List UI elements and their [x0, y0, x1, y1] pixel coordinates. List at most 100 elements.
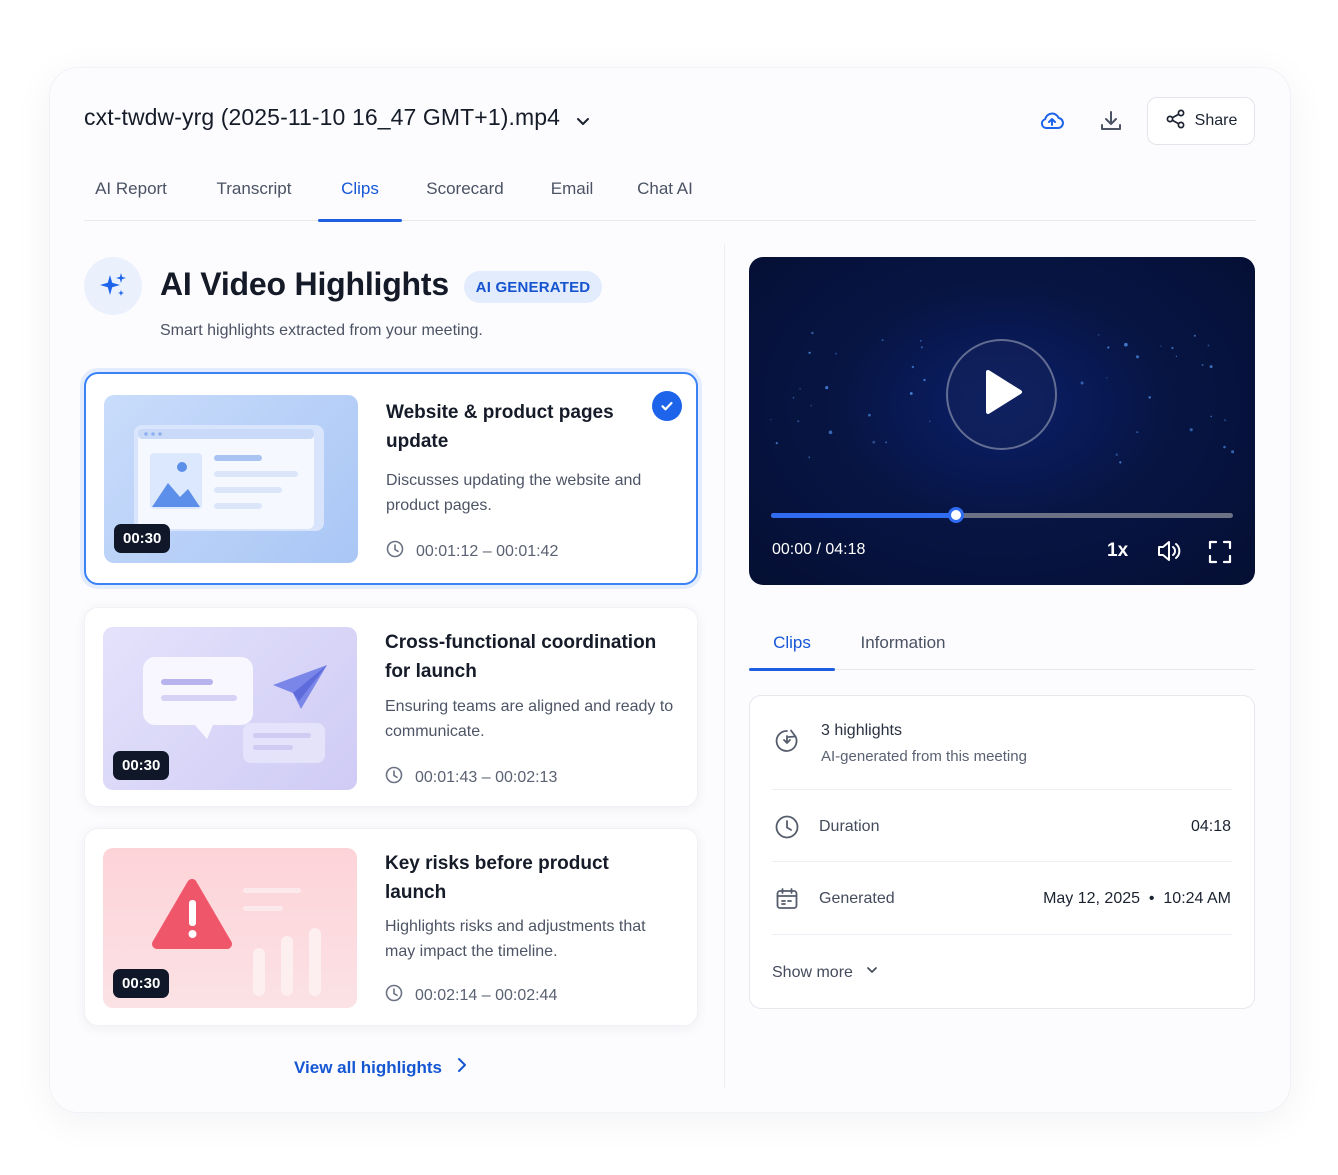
waveform-particle — [1231, 450, 1235, 454]
clip-card[interactable]: 00:30 Website & product pages update Dis… — [84, 372, 698, 585]
clock-download-icon — [773, 727, 801, 755]
clip-time-range: 00:01:43 – 00:02:13 — [385, 766, 557, 789]
info-card — [749, 695, 1255, 1009]
progress-handle[interactable] — [947, 507, 964, 523]
show-more-label: Show more — [772, 963, 853, 981]
file-title-dropdown[interactable]: cxt-twdw-yrg (2025-11-10 16_47 GMT+1).mp… — [84, 104, 592, 131]
clip-description: Ensuring teams are aligned and ready to … — [385, 698, 674, 740]
waveform-particle — [1080, 381, 1084, 385]
chevron-right-icon — [456, 1057, 468, 1078]
highlights-count: 3 highlights — [821, 722, 902, 739]
play-icon — [980, 368, 1024, 421]
clip-title: Website & product pages update — [386, 402, 614, 452]
download-icon[interactable] — [1091, 101, 1131, 141]
check-icon — [652, 391, 682, 421]
tab-transcript[interactable]: Transcript — [204, 170, 304, 221]
tab-clips[interactable]: Clips — [318, 170, 402, 222]
clip-thumbnail-website: 00:30 — [104, 395, 358, 563]
clip-time-range: 00:02:14 – 00:02:44 — [385, 984, 557, 1007]
clip-card[interactable]: 00:30 Cross-functional coordination for … — [84, 607, 698, 807]
waveform-particle — [1209, 365, 1213, 369]
show-more-button[interactable]: Show more — [772, 963, 879, 982]
waveform-particle — [810, 404, 813, 407]
row-divider — [772, 789, 1232, 790]
tab-information[interactable]: Information — [853, 623, 953, 670]
clip-time-text: 00:02:14 – 00:02:44 — [415, 986, 558, 1004]
play-button[interactable] — [946, 339, 1057, 450]
cloud-upload-icon[interactable] — [1032, 101, 1072, 141]
waveform-particle — [1097, 334, 1100, 336]
waveform-particle — [835, 352, 837, 355]
waveform-particle — [808, 351, 811, 354]
waveform-particle — [1136, 431, 1139, 433]
clock-icon — [386, 540, 404, 563]
chevron-down-icon — [865, 963, 879, 982]
waveform-particle — [808, 456, 811, 459]
progress-bar[interactable] — [771, 507, 1233, 523]
generated-label: Generated — [819, 890, 895, 907]
waveform-particle — [1175, 355, 1177, 357]
fullscreen-icon[interactable] — [1206, 538, 1234, 566]
waveform-particle — [929, 420, 931, 422]
clock-icon — [385, 984, 403, 1007]
view-all-highlights-link[interactable]: View all highlights — [294, 1057, 468, 1078]
tab-clips-info[interactable]: Clips — [749, 623, 835, 671]
playback-time: 00:00 / 04:18 — [772, 541, 866, 558]
duration-value: 04:18 — [1190, 818, 1231, 835]
clip-time-text: 00:01:43 – 00:02:13 — [415, 768, 558, 786]
calendar-icon — [773, 885, 801, 913]
tab-ai-report[interactable]: AI Report — [84, 170, 178, 221]
waveform-particle — [775, 442, 778, 445]
waveform-particle — [919, 340, 922, 342]
info-tabs: Clips Information — [749, 623, 1255, 671]
file-name: cxt-twdw-yrg (2025-11-10 16_47 GMT+1).mp… — [84, 104, 561, 130]
clip-card[interactable]: 00:30 Key risks before product launch Hi… — [84, 828, 698, 1026]
highlights-subtitle: Smart highlights extracted from your mee… — [160, 322, 483, 339]
waveform-particle — [1201, 364, 1204, 366]
waveform-particle — [1189, 428, 1193, 432]
clip-time-text: 00:01:12 – 00:01:42 — [416, 542, 559, 560]
waveform-particle — [881, 339, 884, 342]
waveform-particle — [868, 413, 871, 417]
waveform-particle — [1119, 461, 1122, 464]
waveform-particle — [825, 386, 829, 390]
clip-description: Discusses updating the website and produ… — [386, 472, 642, 514]
main-tabs: AI Report Transcript Clips Scorecard Ema… — [84, 170, 1256, 222]
duration-label: Duration — [819, 818, 880, 835]
clip-thumbnail-coordination: 00:30 — [103, 627, 357, 790]
waveform-particle — [1107, 346, 1110, 349]
waveform-particle — [1160, 345, 1162, 347]
waveform-particle — [1148, 396, 1151, 399]
playback-speed[interactable]: 1x — [1107, 540, 1128, 562]
waveform-particle — [1224, 419, 1226, 422]
waveform-particle — [1171, 346, 1174, 350]
tab-chat-ai[interactable]: Chat AI — [628, 170, 702, 221]
highlights-title: AI Video Highlights — [160, 266, 449, 302]
clip-thumbnail-risks: 00:30 — [103, 848, 357, 1008]
clip-duration-badge: 00:30 — [114, 524, 171, 553]
ai-generated-badge: AI GENERATED — [464, 271, 602, 303]
row-divider — [772, 934, 1232, 935]
waveform-particle — [1193, 334, 1196, 337]
row-divider — [772, 861, 1232, 862]
waveform-particle — [799, 387, 801, 390]
volume-icon[interactable] — [1154, 537, 1182, 565]
clip-title: Cross-functional coordination for launch — [385, 632, 657, 682]
waveform-particle — [1207, 344, 1210, 347]
waveform-particle — [770, 419, 772, 421]
waveform-particle — [1223, 445, 1226, 449]
chevron-down-icon — [574, 109, 592, 127]
tab-email[interactable]: Email — [542, 170, 602, 221]
generated-value: May 12, 2025 • 10:24 AM — [1043, 890, 1231, 907]
waveform-particle — [1124, 342, 1128, 347]
waveform-particle — [911, 365, 915, 369]
clip-description: Highlights risks and adjustments that ma… — [385, 918, 646, 960]
waveform-particle — [797, 420, 800, 423]
tab-scorecard[interactable]: Scorecard — [416, 170, 514, 221]
clock-icon — [773, 813, 801, 841]
waveform-particle — [920, 346, 923, 349]
waveform-particle — [811, 331, 814, 335]
waveform-particle — [872, 440, 876, 444]
share-button[interactable]: Share — [1147, 97, 1255, 145]
column-divider — [724, 244, 725, 1088]
